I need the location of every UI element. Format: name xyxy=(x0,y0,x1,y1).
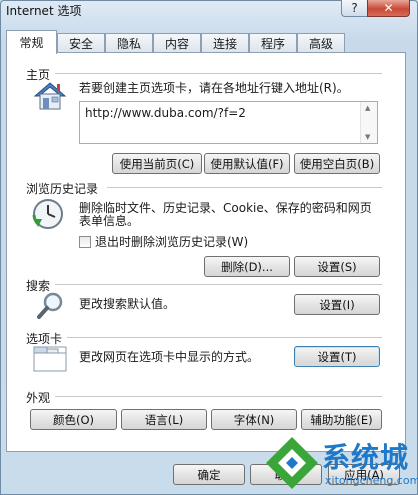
history-description-line2: 表单信息。 xyxy=(79,214,140,228)
home-separator xyxy=(55,73,382,74)
delete-on-exit-label: 退出时删除浏览历史记录(W) xyxy=(95,235,249,249)
search-separator xyxy=(55,284,382,285)
appearance-separator xyxy=(55,396,382,397)
accessibility-button[interactable]: 辅助功能(E) xyxy=(301,409,382,430)
close-icon: ✕ xyxy=(383,1,394,15)
tab-advanced[interactable]: 高级 xyxy=(297,33,345,52)
fonts-button[interactable]: 字体(N) xyxy=(211,409,297,430)
scroll-down-icon: ▼ xyxy=(365,133,371,141)
home-page-url-value: http://www.duba.com/?f=2 xyxy=(85,106,246,120)
tabs-settings-button[interactable]: 设置(T) xyxy=(294,346,380,367)
help-button[interactable]: ? xyxy=(341,0,368,17)
use-default-button[interactable]: 使用默认值(F) xyxy=(204,153,290,174)
use-blank-button[interactable]: 使用空白页(B) xyxy=(294,153,380,174)
home-description: 若要创建主页选项卡，请在各地址行键入地址(R)。 xyxy=(79,81,349,95)
use-current-button[interactable]: 使用当前页(C) xyxy=(112,153,202,174)
tab-privacy[interactable]: 隐私 xyxy=(105,33,153,52)
tab-content[interactable]: 内容 xyxy=(153,33,201,52)
url-field-scrollbar[interactable]: ▲ ▼ xyxy=(360,102,377,143)
history-settings-button[interactable]: 设置(S) xyxy=(294,256,380,277)
close-button[interactable]: ✕ xyxy=(367,0,410,17)
delete-history-button[interactable]: 删除(D)... xyxy=(204,256,290,277)
scroll-up-icon: ▲ xyxy=(365,104,371,112)
tab-general[interactable]: 常规 xyxy=(6,30,57,54)
history-section-label: 浏览历史记录 xyxy=(26,182,99,196)
tabs-separator xyxy=(67,337,382,338)
site-watermark: 系统城 xitongcheng.com xyxy=(262,430,418,495)
colors-button[interactable]: 颜色(O) xyxy=(30,409,117,430)
languages-button[interactable]: 语言(L) xyxy=(121,409,207,430)
watermark-domain: xitongcheng.com xyxy=(325,474,418,487)
search-settings-button[interactable]: 设置(I) xyxy=(294,294,380,315)
home-page-url-field[interactable]: http://www.duba.com/?f=2 ▲ ▼ xyxy=(79,101,378,144)
appearance-section-label: 外观 xyxy=(26,391,51,405)
history-clock-icon xyxy=(31,197,67,231)
tabs-description: 更改网页在选项卡中显示的方式。 xyxy=(79,350,260,364)
tab-connections[interactable]: 连接 xyxy=(201,33,249,52)
history-separator xyxy=(107,187,382,188)
ok-button[interactable]: 确定 xyxy=(173,464,245,485)
search-description: 更改搜索默认值。 xyxy=(79,297,176,311)
search-magnifier-icon xyxy=(36,291,68,321)
delete-on-exit-checkbox[interactable] xyxy=(79,236,91,248)
tab-security[interactable]: 安全 xyxy=(57,33,105,52)
watermark-brand: 系统城 xyxy=(322,441,410,474)
tab-programs[interactable]: 程序 xyxy=(249,33,297,52)
tabs-window-icon xyxy=(33,343,67,373)
history-description-line1: 删除临时文件、历史记录、Cookie、保存的密码和网页 xyxy=(79,201,372,215)
window-title: Internet 选项 xyxy=(6,4,82,18)
watermark-logo-icon xyxy=(266,437,318,489)
help-icon: ? xyxy=(351,1,358,15)
home-icon xyxy=(33,80,67,112)
